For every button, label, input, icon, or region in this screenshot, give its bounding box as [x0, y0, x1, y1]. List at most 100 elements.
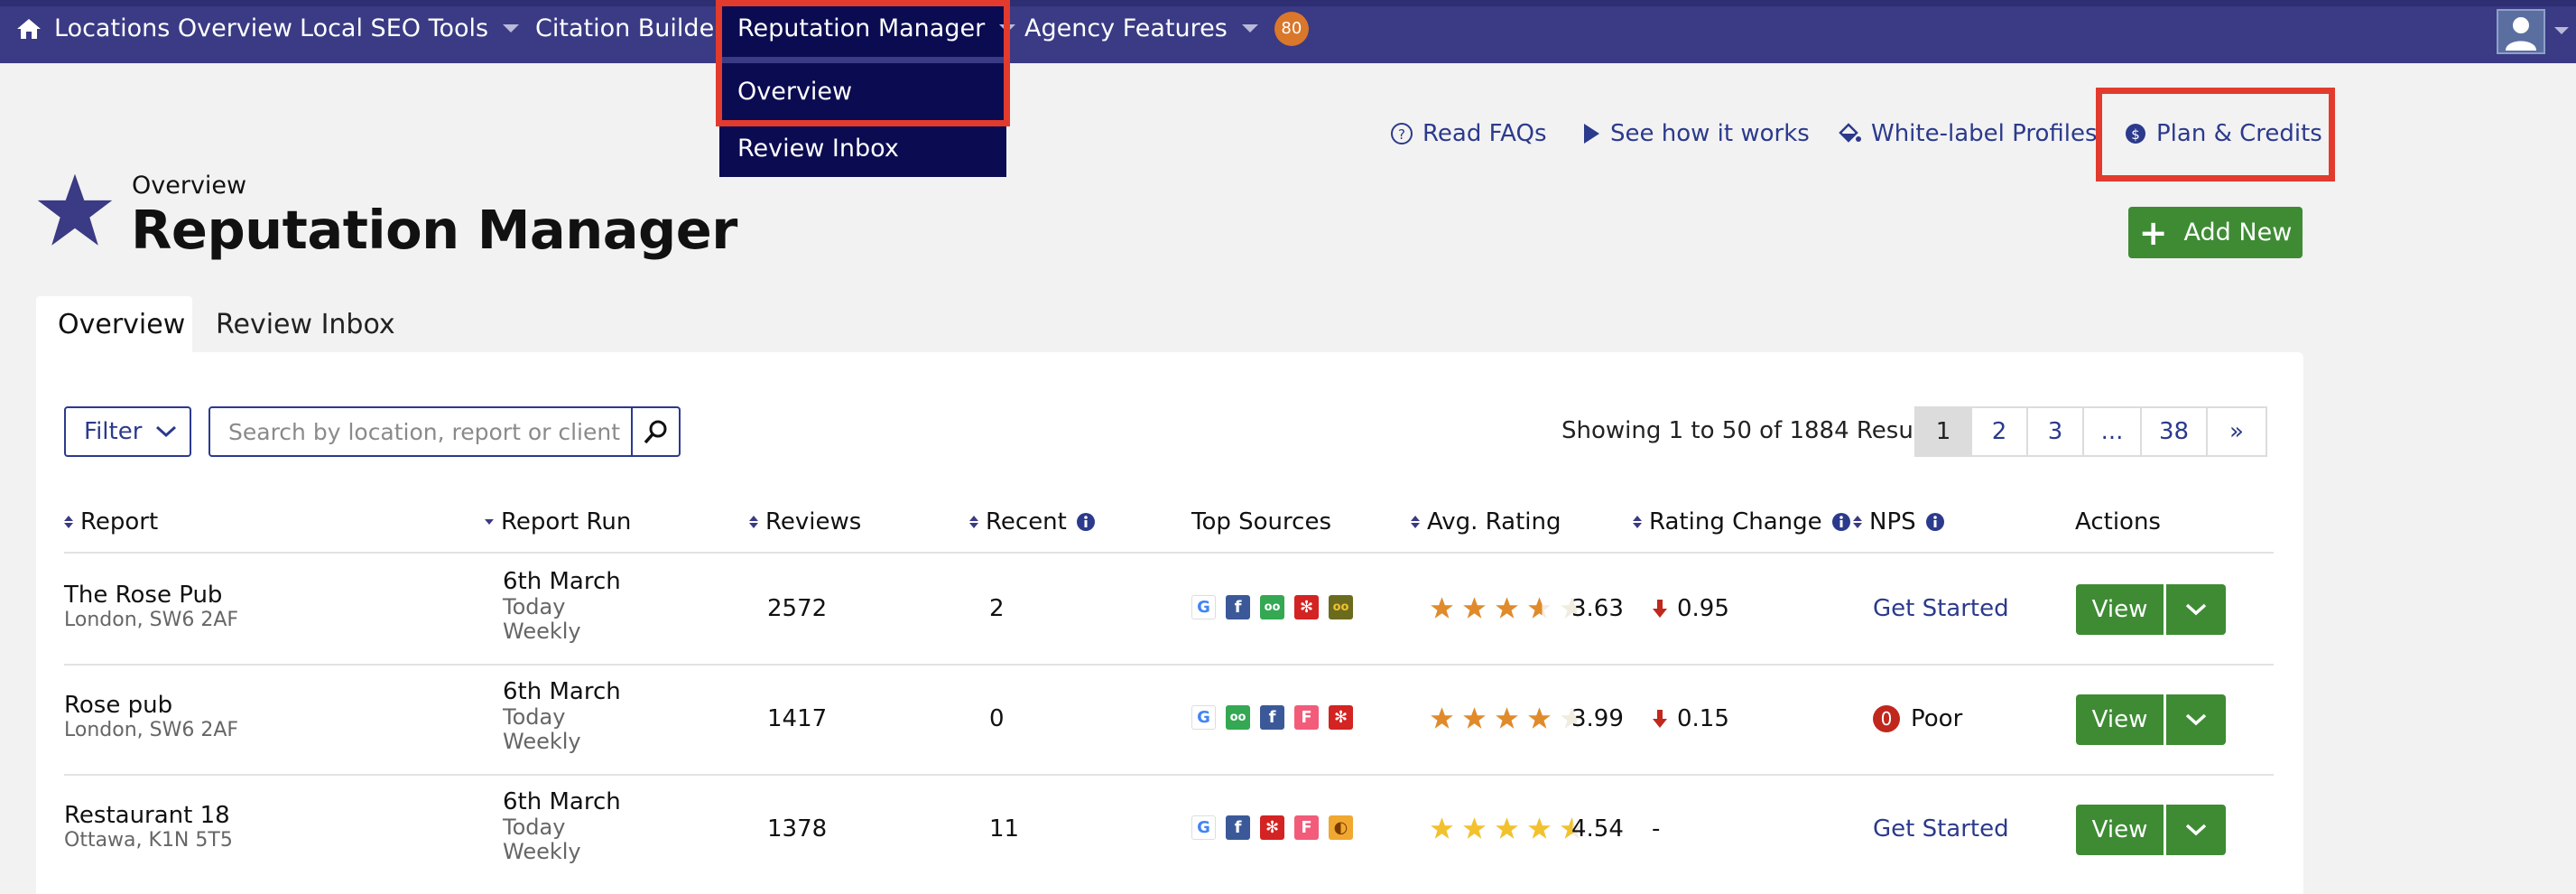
more-actions-button[interactable] [2166, 805, 2226, 855]
star-icon [1495, 596, 1519, 619]
top-sources: Gf ✻ F ◐ [1191, 815, 1363, 840]
page-2-button[interactable]: 2 [1970, 406, 2028, 457]
avg-rating-value: 3.63 [1571, 595, 1624, 622]
user-avatar[interactable] [2497, 9, 2545, 54]
google-icon: G [1191, 705, 1216, 730]
page-3-button[interactable]: 3 [2026, 406, 2084, 457]
page-38-button[interactable]: 38 [2140, 406, 2208, 457]
info-icon[interactable] [1831, 512, 1851, 532]
col-reviews-label: Reviews [765, 508, 862, 535]
table-row-divider [64, 774, 2274, 776]
search-icon [644, 420, 666, 444]
col-report-label: Report [80, 508, 159, 535]
star-icon [1495, 706, 1519, 730]
nps-get-started-link[interactable]: Get Started [1873, 815, 2009, 843]
pagination: 1 2 3 ... 38 » [1914, 406, 2267, 457]
star-icon [1430, 596, 1454, 619]
page-subtitle: Overview [132, 172, 247, 200]
sort-icon [969, 516, 978, 528]
avg-rating-value: 4.54 [1571, 815, 1624, 843]
rating-change: 0.15 [1652, 705, 1729, 732]
white-label-profiles-link[interactable]: White-label Profiles [1837, 116, 2098, 152]
col-recent-label: Recent [986, 508, 1067, 535]
report-name: The Rose Pub [64, 582, 223, 609]
reviews-count: 1417 [767, 705, 828, 732]
search-input[interactable] [208, 406, 633, 457]
read-faqs-link[interactable]: ? Read FAQs [1390, 116, 1547, 152]
nav-local-seo-tools[interactable]: Local SEO Tools [300, 0, 520, 57]
dropdown-item-review-inbox[interactable]: Review Inbox [719, 120, 1006, 177]
table-row-divider [64, 664, 2274, 666]
filter-label: Filter [84, 418, 143, 445]
more-actions-button[interactable] [2166, 584, 2226, 635]
col-report-run-label: Report Run [501, 508, 632, 535]
yelp-icon: ✻ [1294, 595, 1319, 619]
sort-icon [749, 516, 758, 528]
col-recent-header[interactable]: Recent [969, 508, 1096, 535]
chevron-down-icon [2184, 712, 2208, 727]
add-new-button[interactable]: + Add New [2128, 207, 2303, 258]
reviews-count: 2572 [767, 595, 828, 622]
report-run-when: Today [503, 815, 566, 840]
info-icon[interactable] [1925, 512, 1945, 532]
nav-agency-features[interactable]: Agency Features 80 [1024, 0, 1309, 57]
nav-locations-overview[interactable]: Locations Overview [16, 0, 292, 57]
star-icon [1527, 596, 1552, 619]
rating-change-value: - [1652, 815, 1661, 843]
view-button[interactable]: View [2076, 584, 2164, 635]
add-new-label: Add New [2183, 219, 2293, 247]
col-report-run-header[interactable]: Report Run [485, 508, 631, 535]
more-actions-button[interactable] [2166, 694, 2226, 745]
star-icon [1462, 706, 1487, 730]
chevron-down-icon [1241, 24, 1258, 33]
filter-button[interactable]: Filter [64, 406, 191, 457]
view-button[interactable]: View [2076, 694, 2164, 745]
recent-count: 11 [989, 815, 1020, 843]
user-icon [2506, 17, 2536, 51]
foursquare-icon: F [1294, 815, 1319, 840]
chevron-down-icon[interactable] [2554, 27, 2569, 34]
col-top-sources-label: Top Sources [1191, 508, 1331, 535]
info-icon[interactable] [1076, 512, 1096, 532]
col-rating-change-label: Rating Change [1649, 508, 1822, 535]
tab-overview[interactable]: Overview [36, 296, 192, 352]
paint-bucket-icon [1839, 123, 1861, 143]
col-report-header[interactable]: Report [64, 508, 158, 535]
foursquare-icon: F [1294, 705, 1319, 730]
sort-icon [1853, 516, 1862, 528]
dropdown-item-overview[interactable]: Overview [719, 63, 1006, 120]
report-location: London, SW6 2AF [64, 719, 239, 741]
star-icon [1430, 706, 1454, 730]
star-icon [1462, 596, 1487, 619]
report-run-date: 6th March [503, 788, 621, 815]
read-faqs-label: Read FAQs [1422, 120, 1547, 147]
plan-credits-link[interactable]: $ Plan & Credits [2124, 116, 2322, 152]
nps-get-started-link[interactable]: Get Started [1873, 595, 2009, 622]
nav-reputation-manager[interactable]: Reputation Manager [719, 0, 1016, 57]
report-run-when: Today [503, 704, 566, 730]
col-reviews-header[interactable]: Reviews [749, 508, 861, 535]
search-button[interactable] [631, 406, 681, 457]
col-avg-rating-header[interactable]: Avg. Rating [1411, 508, 1561, 535]
col-actions-header: Actions [2075, 508, 2161, 535]
col-nps-header[interactable]: NPS [1853, 508, 1945, 535]
nav-citation-builder[interactable]: Citation Builder [535, 0, 724, 57]
star-icon [1495, 816, 1519, 840]
arrow-down-icon [1652, 709, 1668, 729]
google-icon: G [1191, 595, 1216, 619]
see-how-it-works-link[interactable]: See how it works [1581, 116, 1810, 152]
tab-review-inbox[interactable]: Review Inbox [194, 296, 417, 352]
tripadvisor-icon: oo [1226, 705, 1250, 730]
next-pages-button[interactable]: » [2206, 406, 2267, 457]
yelp-icon: ✻ [1260, 815, 1284, 840]
page-title: Reputation Manager [131, 199, 737, 261]
chevron-down-icon [2184, 602, 2208, 617]
nav-citation-builder-label: Citation Builder [535, 14, 725, 42]
report-location: London, SW6 2AF [64, 609, 239, 631]
report-run-when: Today [503, 594, 566, 619]
view-button[interactable]: View [2076, 805, 2164, 855]
col-rating-change-header[interactable]: Rating Change [1633, 508, 1851, 535]
page-1-button[interactable]: 1 [1914, 406, 1972, 457]
recent-count: 2 [989, 595, 1005, 622]
recent-count: 0 [989, 705, 1005, 732]
